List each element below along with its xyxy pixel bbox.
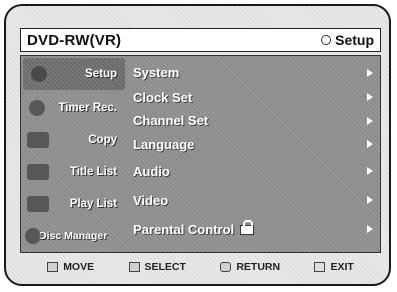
guide-label: EXIT [330, 261, 354, 273]
sidebar-item-label: Disc Manager [39, 230, 108, 242]
arrow-right-icon [367, 167, 373, 175]
menu-panel: Setup Timer Rec. Copy Title List Play Li… [20, 55, 381, 253]
disc-icon [25, 228, 41, 244]
clock-icon [29, 100, 45, 116]
header-bar: DVD-RW(VR) Setup [20, 28, 381, 52]
menu-item-label: Parental Control [133, 221, 235, 237]
sidebar-item-play-list[interactable]: Play List [21, 188, 125, 220]
menu-item-label-group: Parental Control [133, 220, 255, 237]
menu-item-label: Video [133, 192, 169, 208]
mode-label: Setup [335, 32, 374, 48]
menu-item-system[interactable]: System [129, 60, 379, 85]
sidebar: Setup Timer Rec. Copy Title List Play Li… [21, 56, 125, 252]
guide-exit: EXIT [314, 261, 354, 273]
circle-icon [321, 35, 332, 45]
mode-indicator: Setup [321, 32, 374, 48]
guide-move: MOVE [47, 261, 94, 273]
menu-item-label: Channel Set [133, 113, 209, 128]
guide-label: RETURN [236, 261, 281, 273]
menu-item-audio[interactable]: Audio [129, 156, 379, 186]
arrow-right-icon [367, 225, 373, 233]
menu-item-channel-set[interactable]: Channel Set [129, 109, 379, 132]
sidebar-item-label: Title List [69, 166, 117, 178]
arrow-right-icon [367, 196, 373, 204]
gear-icon [31, 66, 47, 82]
arrow-right-icon [367, 93, 373, 101]
arrow-right-icon [367, 68, 373, 77]
lock-icon [240, 220, 255, 235]
menu-item-parental-control[interactable]: Parental Control [129, 214, 379, 244]
title-list-icon [27, 164, 49, 180]
menu-item-label: Audio [133, 163, 170, 179]
sidebar-item-timer-rec[interactable]: Timer Rec. [21, 92, 125, 124]
guide-label: SELECT [144, 261, 186, 273]
menu-item-label: System [133, 65, 180, 80]
sidebar-item-title-list[interactable]: Title List [21, 156, 125, 188]
guide-label: MOVE [63, 261, 95, 273]
menu-item-video[interactable]: Video [129, 186, 379, 214]
sidebar-item-setup[interactable]: Setup [23, 58, 125, 90]
arrow-right-icon [367, 140, 373, 148]
menu-item-language[interactable]: Language [129, 132, 379, 156]
sidebar-item-label: Play List [69, 198, 117, 210]
button-guide: MOVE SELECT RETURN EXIT [20, 256, 381, 278]
exit-icon [314, 262, 326, 272]
select-icon [128, 262, 140, 272]
menu-item-label: Clock Set [133, 89, 193, 105]
sidebar-item-label: Timer Rec. [58, 102, 117, 114]
return-icon [220, 262, 232, 272]
disc-type-title: DVD-RW(VR) [27, 31, 122, 49]
sidebar-item-label: Setup [85, 68, 117, 80]
sidebar-item-disc-manager[interactable]: Disc Manager [21, 220, 125, 252]
sidebar-item-copy[interactable]: Copy [21, 124, 125, 156]
guide-return: RETURN [220, 261, 280, 273]
menu-item-clock-set[interactable]: Clock Set [129, 85, 379, 109]
setup-menu: System Clock Set Channel Set Language Au… [129, 60, 379, 248]
copy-icon [27, 132, 49, 148]
osd-frame: DVD-RW(VR) Setup Setup Timer Rec. Copy T… [4, 4, 391, 286]
move-icon [47, 262, 59, 272]
arrow-right-icon [367, 116, 373, 125]
sidebar-item-label: Copy [88, 134, 117, 146]
guide-select: SELECT [128, 261, 186, 273]
menu-item-label: Language [133, 136, 195, 152]
play-list-icon [27, 196, 49, 212]
